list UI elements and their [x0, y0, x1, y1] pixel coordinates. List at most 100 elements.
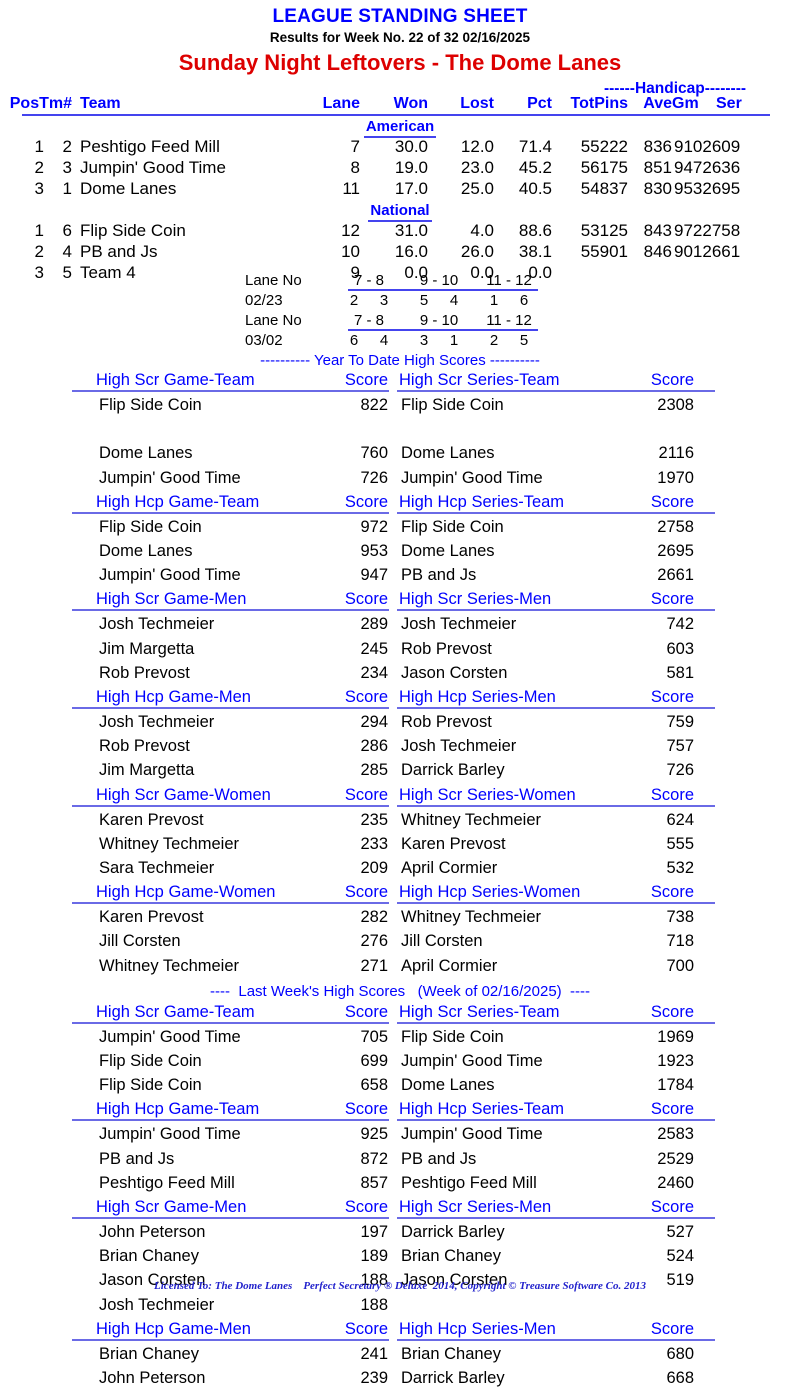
cell-pos: 2 — [34, 158, 44, 177]
score-header-left-category: High Hcp Game-Team — [96, 1100, 260, 1119]
score-right-value: 2460 — [657, 1173, 694, 1192]
lane-pair: 7 - 8 — [353, 312, 384, 329]
score-row: Flip Side Coin 699 Jumpin' Good Time 1923 — [0, 1052, 800, 1071]
score-block-header: High Scr Game-Women Score High Scr Series-… — [0, 786, 800, 807]
score-left-name: Karen Prevost — [99, 810, 204, 829]
score-header-rule-right — [397, 390, 715, 392]
score-left-value: 658 — [360, 1076, 388, 1095]
score-right-value: 738 — [666, 908, 694, 927]
cell-ave: 851 — [643, 158, 672, 177]
score-left-value: 235 — [360, 810, 388, 829]
score-right-value: 2695 — [657, 542, 694, 560]
score-header-rule-right — [397, 1338, 715, 1341]
lane-team-number: 3 — [379, 292, 389, 309]
cell-totpins: 56175 — [580, 158, 628, 177]
cell-ave: 846 — [643, 242, 672, 261]
standings-row: 2 3 Jumpin' Good Time 8 19.0 23.0 45.2 56175 851… — [0, 158, 800, 179]
cell-lane: 7 — [350, 137, 360, 156]
score-left-name: Jumpin' Good Time — [99, 1027, 241, 1046]
score-row: Jumpin' Good Time 947 PB and Js 2661 — [0, 566, 800, 585]
score-right-value: 532 — [666, 859, 694, 877]
lane-team-number: 2 — [349, 292, 359, 309]
cell-team-number: 2 — [62, 137, 72, 156]
score-left-name: Peshtigo Feed Mill — [99, 1173, 235, 1192]
cell-team-number: 6 — [62, 221, 72, 240]
cell-won: 16.0 — [394, 242, 428, 261]
cell-team-number: 1 — [62, 179, 72, 198]
lane-pair-rule — [348, 289, 538, 291]
score-right-name: Jumpin' Good Time — [401, 468, 543, 487]
score-header-rule-right — [397, 707, 715, 709]
score-right-name: Darrick Barley — [401, 1223, 505, 1241]
col-header-pct: Pct — [527, 95, 552, 112]
score-row: Jim Margetta 285 Darrick Barley 726 — [0, 761, 800, 780]
score-block-header: High Scr Game-Men Score High Scr Series-Me… — [0, 590, 800, 612]
score-right-value: 581 — [666, 663, 694, 682]
score-right-name: Karen Prevost — [401, 834, 506, 853]
cell-lost: 25.0 — [460, 179, 494, 198]
score-left-name: PB and Js — [99, 1149, 175, 1168]
score-header-right-category: High Scr Series-Men — [399, 590, 552, 609]
col-header-team: Team — [80, 95, 121, 112]
cell-totpins: 55222 — [580, 137, 628, 156]
lane-pair-rule — [348, 329, 538, 331]
standings-row: 3 1 Dome Lanes 11 17.0 25.0 40.5 54837 830 953269… — [0, 179, 800, 200]
standings-row: 1 2 Peshtigo Feed Mill 7 30.0 12.0 71.4 55222 83… — [0, 137, 800, 158]
score-left-name: Jumpin' Good Time — [99, 1125, 241, 1144]
score-right-value: 524 — [666, 1247, 694, 1266]
score-header-left-category: High Scr Game-Team — [96, 1002, 255, 1021]
score-header-right-category: High Hcp Series-Women — [399, 883, 581, 902]
score-left-value: 947 — [360, 566, 388, 585]
score-left-value: 953 — [360, 542, 388, 560]
score-header-rule-right — [397, 609, 715, 612]
score-header-right-category: High Scr Series-Men — [399, 1198, 552, 1216]
lane-team-number: 3 — [419, 332, 429, 349]
score-left-value: 289 — [360, 615, 388, 634]
score-left-value: 241 — [360, 1344, 388, 1363]
score-header-rule-right — [397, 511, 715, 514]
score-left-name: Dome Lanes — [99, 444, 193, 463]
lane-team-number: 6 — [349, 332, 359, 349]
score-left-value: 271 — [360, 956, 388, 975]
score-right-value: 726 — [666, 761, 694, 780]
score-left-name: Jumpin' Good Time — [99, 566, 241, 585]
score-block-header: High Scr Game-Team Score High Scr Series-T… — [0, 371, 800, 392]
score-header-right-score: Score — [650, 492, 694, 511]
score-right-name: Whitney Techmeier — [401, 908, 542, 927]
score-left-name: Flip Side Coin — [99, 396, 202, 414]
lane-team-number: 6 — [519, 292, 529, 309]
score-row: Jill Corsten 276 Jill Corsten 718 — [0, 932, 800, 951]
score-right-value: 700 — [666, 956, 694, 975]
score-header-rule-left — [72, 390, 389, 392]
lane-team-number: 1 — [449, 332, 459, 349]
score-right-name: Josh Techmeier — [401, 737, 517, 756]
score-left-value: 705 — [360, 1027, 388, 1046]
score-right-value: 1970 — [657, 468, 694, 487]
cell-gm-ser: 9722758 — [674, 221, 741, 240]
score-right-value: 2661 — [657, 566, 694, 585]
lane-team-number: 4 — [379, 332, 389, 349]
score-left-value: 233 — [360, 834, 388, 853]
division-name: American — [363, 118, 437, 138]
score-left-value: 760 — [360, 444, 388, 463]
score-right-value: 742 — [666, 615, 694, 634]
col-header-lost: Lost — [460, 95, 494, 112]
score-block-header: High Hcp Game-Team Score High Hcp Series-T… — [0, 1100, 800, 1122]
footer-license: Licensed To: The Dome Lanes Perfect Secr… — [154, 1280, 646, 1292]
col-header-pos-tm: PosTm# — [9, 95, 72, 112]
score-left-value: 699 — [360, 1052, 388, 1070]
score-header-right-score: Score — [650, 1100, 694, 1119]
score-right-name: Jumpin' Good Time — [401, 1125, 543, 1144]
score-left-name: Jumpin' Good Time — [99, 468, 241, 487]
score-header-left-score: Score — [344, 1198, 388, 1216]
score-header-right-category: High Scr Series-Team — [399, 1002, 560, 1021]
score-header-rule-left — [72, 804, 389, 807]
score-right-name: Dome Lanes — [401, 1076, 495, 1095]
score-row: Jumpin' Good Time 925 Jumpin' Good Time 258… — [0, 1125, 800, 1144]
score-right-value: 603 — [666, 639, 694, 658]
score-row: Josh Techmeier 294 Rob Prevost 759 — [0, 713, 800, 732]
cell-pct: 45.2 — [518, 158, 552, 177]
score-row: Brian Chaney 241 Brian Chaney 680 — [0, 1345, 800, 1364]
cell-pct: 71.4 — [518, 137, 552, 156]
score-left-name: Rob Prevost — [99, 663, 190, 682]
